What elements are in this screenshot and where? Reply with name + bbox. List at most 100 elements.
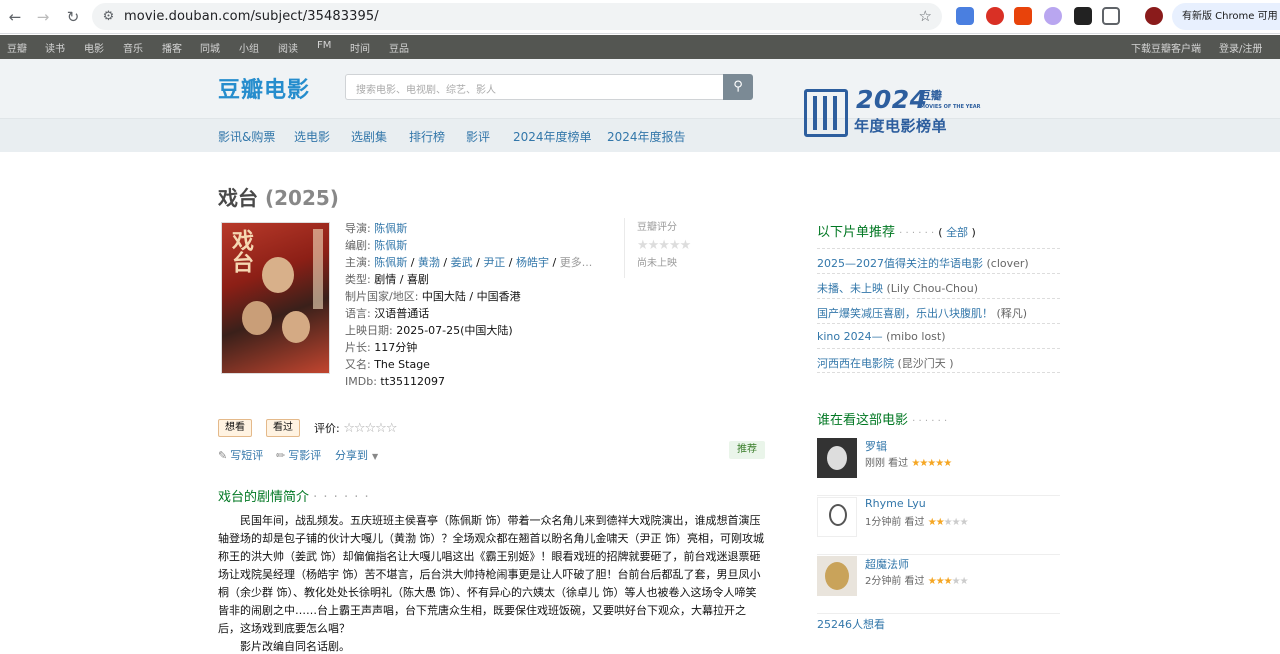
- cast-link[interactable]: 杨皓宇: [516, 256, 549, 269]
- doulist-link[interactable]: 河西西在电影院: [817, 357, 894, 370]
- doulist-list: 2025—2027值得关注的华语电影 (clover) 未播、未上映 (Lily…: [817, 248, 1060, 373]
- rating-stars: ★★★★★: [637, 238, 691, 253]
- recommend-button[interactable]: 推荐: [729, 441, 765, 459]
- synopsis-heading: 戏台的剧情简介 · · · · · ·: [218, 490, 370, 505]
- nav-time[interactable]: 时间: [350, 40, 370, 55]
- watcher-status: 1分钟前 看过 ★★★★★: [865, 517, 969, 528]
- nav-group[interactable]: 小组: [239, 40, 259, 55]
- subnav-tv[interactable]: 选剧集: [351, 128, 387, 145]
- write-review-link[interactable]: 写影评: [288, 449, 321, 462]
- nav-podcast[interactable]: 播客: [162, 40, 182, 55]
- want-count-link[interactable]: 25246人想看: [817, 616, 885, 632]
- douban-movie-logo[interactable]: 豆瓣电影: [218, 72, 310, 104]
- search-input[interactable]: 搜索电影、电视剧、综艺、影人: [345, 74, 723, 100]
- my-rating: 评价: ☆☆☆☆☆: [314, 421, 397, 436]
- release-row: 上映日期: 2025-07-25(中国大陆): [345, 324, 513, 337]
- chevron-down-icon[interactable]: ▼: [372, 452, 378, 461]
- rating-status: 尚未上映: [637, 258, 677, 269]
- rating-label: 豆瓣评分: [637, 222, 677, 233]
- subnav-annual-report[interactable]: 2024年度报告: [607, 128, 686, 145]
- site-info-icon[interactable]: ⚙: [100, 8, 117, 25]
- profile-avatar-icon[interactable]: [1145, 7, 1163, 25]
- doulist-heading: 以下片单推荐 · · · · · · ( 全部 ): [817, 225, 976, 240]
- reload-icon[interactable]: ↻: [62, 6, 84, 28]
- pencil-icon: ✏: [276, 449, 286, 462]
- watcher-row: 罗辑 刚刚 看过 ★★★★★: [817, 438, 1060, 496]
- url-text[interactable]: movie.douban.com/subject/35483395/: [124, 9, 379, 24]
- extension-icon[interactable]: [1044, 7, 1062, 25]
- nav-music[interactable]: 音乐: [123, 40, 143, 55]
- watcher-status: 刚刚 看过 ★★★★★: [865, 458, 952, 469]
- director-link[interactable]: 陈佩斯: [374, 222, 407, 235]
- nav-read[interactable]: 阅读: [278, 40, 298, 55]
- back-icon[interactable]: ←: [4, 6, 26, 28]
- douban-rating-box: 豆瓣评分 ★★★★★ 尚未上映: [624, 218, 764, 278]
- cast-link[interactable]: 姜武: [451, 256, 473, 269]
- cast-more-link[interactable]: 更多...: [560, 256, 593, 269]
- watcher-row: Rhyme Lyu 1分钟前 看过 ★★★★★: [817, 497, 1060, 555]
- subnav-explore[interactable]: 选电影: [294, 128, 330, 145]
- region-row: 制片国家/地区: 中国大陆 / 中国香港: [345, 290, 521, 303]
- nav-movie[interactable]: 电影: [84, 40, 104, 55]
- extension-new-icon[interactable]: [1014, 7, 1032, 25]
- nav-market[interactable]: 豆品: [389, 40, 409, 55]
- watcher-name[interactable]: 罗辑: [865, 438, 887, 454]
- doulist-link[interactable]: 2025—2027值得关注的华语电影: [817, 257, 983, 270]
- annual-list-banner[interactable]: 2024 豆瓣 MOVIES OF THE YEAR 年度电影榜单: [804, 85, 981, 139]
- banner-title: 年度电影榜单: [854, 117, 948, 135]
- poster-title: 戏台: [228, 229, 253, 273]
- doulist-all-link[interactable]: 全部: [946, 226, 968, 239]
- chrome-update-button[interactable]: 有新版 Chrome 可用: [1172, 3, 1280, 30]
- subnav-reviews[interactable]: 影评: [466, 128, 490, 145]
- watcher-name[interactable]: Rhyme Lyu: [865, 497, 926, 510]
- extension-icon[interactable]: [986, 7, 1004, 25]
- nav-local[interactable]: 同城: [200, 40, 220, 55]
- avatar[interactable]: [817, 438, 857, 478]
- watcher-rating-stars: ★★★: [927, 576, 953, 587]
- annual-logo-mark: [804, 89, 848, 137]
- imdb-row: IMDb: tt35112097: [345, 375, 446, 388]
- share-link[interactable]: 分享到: [335, 449, 368, 462]
- puzzle-extensions-icon[interactable]: [1102, 7, 1120, 25]
- cast-link[interactable]: 黄渤: [418, 256, 440, 269]
- address-bar[interactable]: ⚙ movie.douban.com/subject/35483395/ ☆: [92, 3, 942, 30]
- list-item: kino 2024— (mibo lost): [817, 323, 1060, 348]
- extension-icon[interactable]: [1074, 7, 1092, 25]
- bookmark-star-icon[interactable]: ☆: [919, 7, 932, 25]
- doulist-link[interactable]: kino 2024—: [817, 330, 883, 343]
- rate-stars-input[interactable]: ☆☆☆☆☆: [343, 421, 397, 436]
- watched-button[interactable]: 看过: [266, 419, 300, 437]
- writer-link[interactable]: 陈佩斯: [374, 239, 407, 252]
- watcher-name[interactable]: 超魔法师: [865, 556, 909, 572]
- nav-fm[interactable]: FM: [317, 40, 331, 51]
- cast-link[interactable]: 尹正: [483, 256, 505, 269]
- avatar[interactable]: [817, 497, 857, 537]
- list-item: 河西西在电影院 (昆沙门天 ): [817, 348, 1060, 373]
- want-to-watch-button[interactable]: 想看: [218, 419, 252, 437]
- forward-icon[interactable]: →: [32, 6, 54, 28]
- comment-icon: ✎: [218, 449, 228, 462]
- avatar[interactable]: [817, 556, 857, 596]
- subnav-chart[interactable]: 排行榜: [409, 128, 445, 145]
- download-app-link[interactable]: 下载豆瓣客户端: [1131, 40, 1201, 55]
- search-icon[interactable]: ⚲: [723, 74, 753, 100]
- subnav-tickets[interactable]: 影讯&购票: [218, 128, 275, 145]
- runtime-row: 片长: 117分钟: [345, 341, 418, 354]
- aka-row: 又名: The Stage: [345, 358, 430, 371]
- movie-info: 导演: 陈佩斯 编剧: 陈佩斯 主演: 陈佩斯 / 黄渤 / 姜武 / 尹正 /…: [345, 220, 625, 390]
- movie-poster[interactable]: 戏台: [221, 222, 330, 374]
- nav-douban[interactable]: 豆瓣: [7, 40, 27, 55]
- write-short-review-link[interactable]: 写短评: [230, 449, 263, 462]
- subnav-annual-list[interactable]: 2024年度榜单: [513, 128, 592, 145]
- writer-row: 编剧: 陈佩斯: [345, 239, 408, 252]
- movie-year: (2025): [264, 186, 339, 210]
- cast-link[interactable]: 陈佩斯: [374, 256, 407, 269]
- who-watching-heading: 谁在看这部电影 · · · · · ·: [817, 413, 948, 428]
- watcher-rating-stars: ★★: [927, 517, 945, 528]
- login-register-link[interactable]: 登录/注册: [1219, 40, 1262, 55]
- doulist-link[interactable]: 国产爆笑减压喜剧，乐出八块腹肌！: [817, 307, 993, 320]
- watcher-row: 超魔法师 2分钟前 看过 ★★★★★: [817, 556, 1060, 614]
- nav-books[interactable]: 读书: [45, 40, 65, 55]
- translate-extension-icon[interactable]: [956, 7, 974, 25]
- doulist-link[interactable]: 未播、未上映: [817, 282, 883, 295]
